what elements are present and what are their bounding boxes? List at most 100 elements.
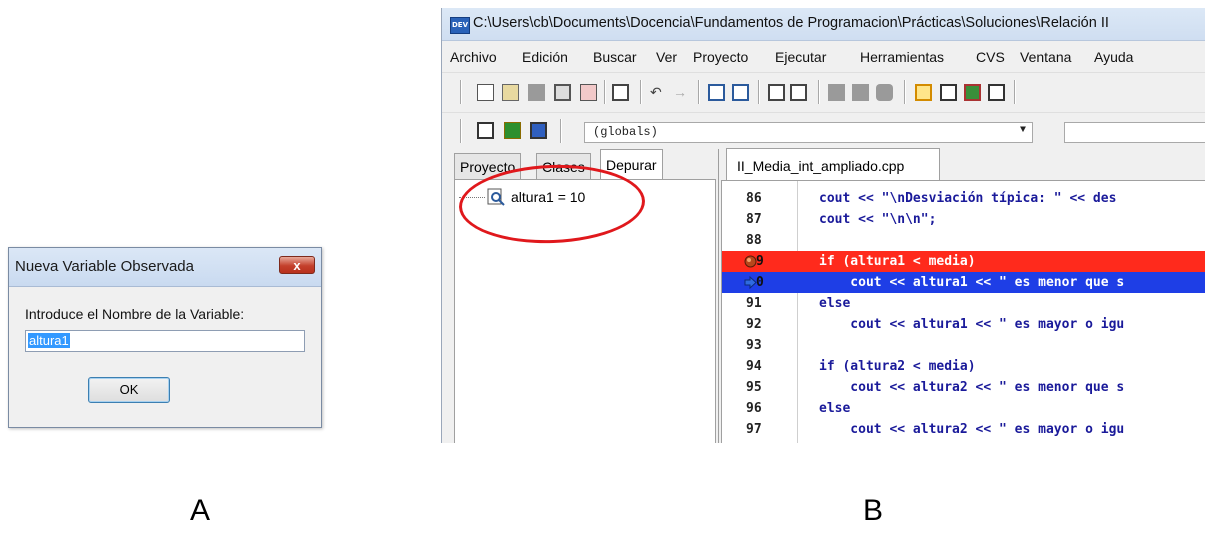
ok-button[interactable]: OK [88,377,170,403]
line-number[interactable]: 92 [746,314,782,335]
code-text: cout << altura2 << " es mayor o igu [819,422,1125,437]
line-number[interactable]: 97 [746,419,782,440]
line-number[interactable]: 91 [746,293,782,314]
menu-ventana[interactable]: Ventana [1020,49,1071,65]
new-file-icon[interactable] [477,84,494,101]
toolbar-separator [818,80,820,104]
toolbar-grip [460,80,462,104]
code-editor[interactable]: 86 cout << "\nDesviación típica: " << des… [721,180,1205,443]
line-number[interactable]: 9 [756,251,792,272]
undo-icon[interactable]: ↶ [650,84,667,101]
line-number[interactable]: 94 [746,356,782,377]
current-execution-line[interactable]: 0 cout << altura1 << " es menor que s [722,272,1205,293]
menu-bar: Archivo Edición Buscar Ver Proyecto Ejec… [442,44,1205,70]
save-all-icon[interactable] [554,84,571,101]
scope-combobox[interactable]: (globals) ▼ [584,122,1033,143]
code-line[interactable]: 92 cout << altura1 << " es mayor o igu [722,314,1205,335]
code-line[interactable]: 94 if (altura2 < media) [722,356,1205,377]
breakpoint-line[interactable]: 9 if (altura1 < media) [722,251,1205,272]
code-line[interactable]: 86 cout << "\nDesviación típica: " << des [722,188,1205,209]
line-number[interactable]: 87 [746,209,782,230]
grid-icon[interactable] [988,84,1005,101]
save-icon[interactable] [528,84,545,101]
bookmark-prev-icon[interactable] [828,84,845,101]
menu-buscar[interactable]: Buscar [593,49,637,65]
code-text: if (altura2 < media) [819,359,976,374]
toolbar-grip [460,119,462,143]
code-line[interactable]: 88 [722,230,1205,251]
toolbar-separator [698,80,700,104]
toolbar-separator [560,119,562,143]
line-number[interactable]: 0 [756,272,792,293]
toolbar-separator [758,80,760,104]
dialog-titlebar[interactable]: Nueva Variable Observada x [9,248,321,287]
code-text: cout << altura1 << " es menor que s [819,275,1125,290]
execution-arrow-icon [744,276,757,289]
window-title: C:\Users\cb\Documents\Docencia\Fundament… [473,15,1109,31]
unindent-icon[interactable] [790,84,807,101]
close-file-icon[interactable] [580,84,597,101]
close-icon: x [293,258,301,273]
toolbar-separator [640,80,642,104]
code-text: else [819,296,851,311]
chevron-down-icon: ▼ [1019,125,1026,136]
open-file-icon[interactable] [502,84,519,101]
code-line[interactable]: 91 else [722,293,1205,314]
member-combobox[interactable] [1064,122,1205,143]
menu-ver[interactable]: Ver [656,49,677,65]
menu-proyecto[interactable]: Proyecto [693,49,748,65]
tile-windows-icon[interactable] [915,84,932,101]
find-icon[interactable] [708,84,725,101]
toolbar-separator [1014,80,1016,104]
code-line[interactable]: 97 cout << altura2 << " es mayor o igu [722,419,1205,440]
single-window-icon[interactable] [940,84,957,101]
class-browser-icon[interactable] [477,122,494,139]
code-line[interactable]: 93 [722,335,1205,356]
line-number[interactable]: 88 [746,230,782,251]
editor-tab-file[interactable]: II_Media_int_ampliado.cpp [726,148,940,181]
devcpp-app-icon: DEV [450,17,470,34]
print-icon[interactable] [612,84,629,101]
code-line[interactable]: 95 cout << altura2 << " es menor que s [722,377,1205,398]
goto-line-icon[interactable] [876,84,893,101]
add-member-icon[interactable] [504,122,521,139]
scope-combobox-value: (globals) [593,125,658,139]
toolbar-separator [604,80,606,104]
code-line[interactable]: 87 cout << "\n\n"; [722,209,1205,230]
menu-edicion[interactable]: Edición [522,49,568,65]
replace-icon[interactable] [732,84,749,101]
variable-name-value: altura1 [28,333,70,348]
code-text: cout << "\n\n"; [819,212,937,227]
line-number[interactable]: 93 [746,335,782,356]
menu-ejecutar[interactable]: Ejecutar [775,49,826,65]
panel-label-b: B [863,494,884,527]
indent-icon[interactable] [768,84,785,101]
new-watch-dialog: Nueva Variable Observada x Introduce el … [8,247,322,428]
menu-cvs[interactable]: CVS [976,49,1005,65]
ide-titlebar[interactable]: DEV C:\Users\cb\Documents\Docencia\Funda… [442,8,1205,41]
breakpoint-icon [744,255,757,268]
code-text: cout << altura2 << " es menor que s [819,380,1125,395]
menu-archivo[interactable]: Archivo [450,49,497,65]
scope-toolbar: (globals) ▼ [442,112,1205,149]
main-toolbar: ↶ → [442,72,1205,111]
insert-icon[interactable] [530,122,547,139]
close-button[interactable]: x [279,256,315,274]
toolbar-separator [904,80,906,104]
dialog-title: Nueva Variable Observada [15,258,194,275]
redo-icon[interactable]: → [673,84,690,101]
layout-icon[interactable] [964,84,981,101]
bookmark-next-icon[interactable] [852,84,869,101]
line-number[interactable]: 98 [746,440,782,443]
line-number[interactable]: 95 [746,377,782,398]
code-line[interactable]: 96 else [722,398,1205,419]
line-number[interactable]: 86 [746,188,782,209]
menu-herramientas[interactable]: Herramientas [860,49,944,65]
code-line[interactable]: 98 [722,440,1205,443]
menu-ayuda[interactable]: Ayuda [1094,49,1133,65]
code-text: else [819,401,851,416]
line-number[interactable]: 96 [746,398,782,419]
variable-name-input[interactable]: altura1 [25,330,305,352]
code-text: if (altura1 < media) [819,254,976,269]
code-text: cout << "\nDesviación típica: " << des [819,191,1117,206]
